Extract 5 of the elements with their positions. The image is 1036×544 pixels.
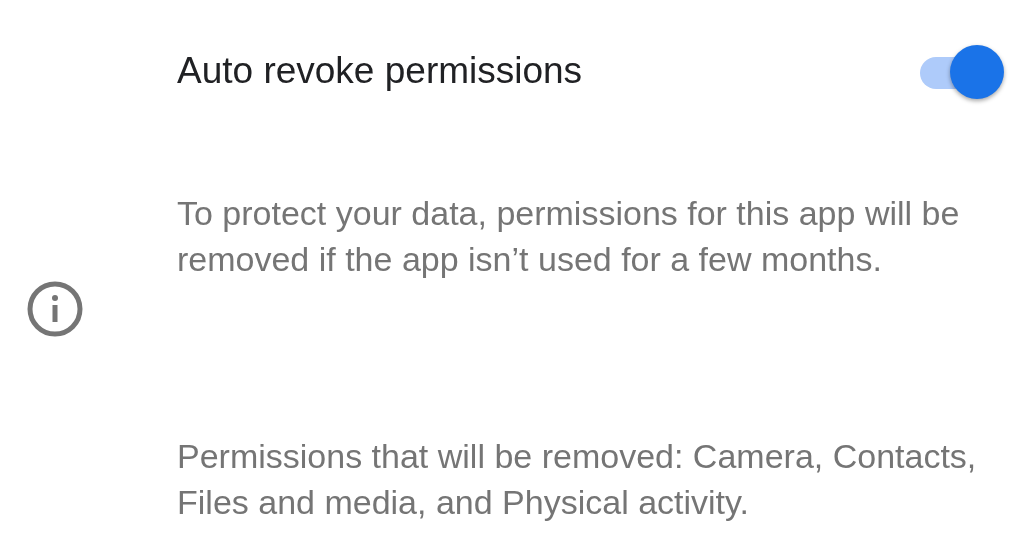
description-text: To protect your data, permissions for this app will be removed if the app isn’t used for a few months. bbox=[177, 193, 961, 280]
permissions-note: Permissions that will be removed: Camera, Contacts, Files and media, and Physical activity. bbox=[177, 436, 978, 523]
toggle-switch[interactable] bbox=[918, 44, 1004, 100]
info-icon bbox=[27, 281, 83, 337]
setting-title: Auto revoke permissions bbox=[177, 50, 583, 92]
